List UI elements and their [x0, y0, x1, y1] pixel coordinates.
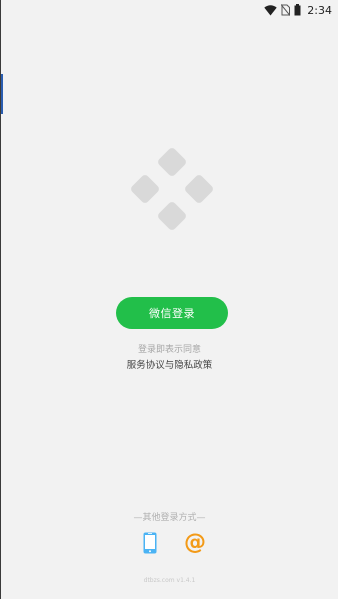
footer-version: dtbzs.com v1.4.1: [143, 577, 196, 584]
email-login-button[interactable]: @: [182, 530, 208, 556]
other-login-label: —其他登录方式—: [133, 513, 206, 523]
login-screen: 2:34 微信登录 登录即表示同意 服务协议与隐私政策 —其他登录方式— @ d…: [0, 0, 338, 599]
phone-login-button[interactable]: [139, 531, 161, 555]
battery-icon: [294, 4, 301, 16]
terms-privacy-link[interactable]: 服务协议与隐私政策: [1, 357, 338, 371]
edge-accent: [1, 74, 3, 114]
no-sim-icon: [281, 4, 291, 16]
wechat-login-button[interactable]: 微信登录: [116, 297, 228, 329]
four-diamond-logo-icon: [131, 148, 213, 230]
wifi-icon: [264, 4, 277, 16]
agreement-note: 登录即表示同意: [137, 345, 201, 355]
status-bar: 2:34: [1, 0, 338, 20]
phone-icon: [143, 532, 157, 554]
at-icon: @: [184, 530, 206, 555]
status-time: 2:34: [307, 3, 332, 17]
